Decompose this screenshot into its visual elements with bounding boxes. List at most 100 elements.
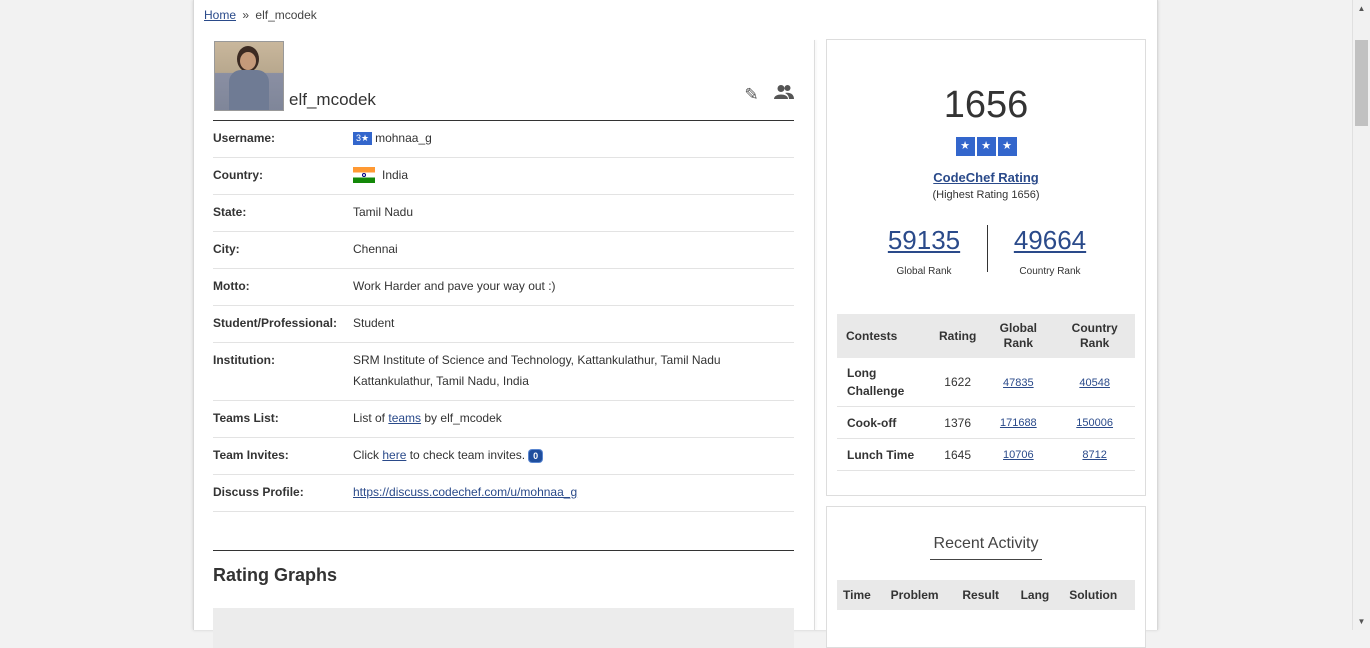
discuss-profile-link[interactable]: https://discuss.codechef.com/u/mohnaa_g [353, 485, 577, 499]
teams-link[interactable]: teams [388, 411, 421, 425]
row-teams: Teams List: List of teams by elf_mcodek [213, 400, 794, 438]
row-discuss: Discuss Profile: https://discuss.codeche… [213, 474, 794, 512]
rating-graphs-title: Rating Graphs [213, 550, 794, 586]
city-value: Chennai [353, 231, 794, 269]
country-label: Country: [213, 157, 353, 195]
row-motto: Motto: Work Harder and pave your way out… [213, 268, 794, 306]
time-header: Time [837, 580, 885, 610]
profile-info-table: Username: 3★ mohnaa_g Country: India Stat… [213, 121, 794, 512]
row-city: City: Chennai [213, 231, 794, 269]
contest-name: Long Challenge [837, 358, 933, 407]
avatar [214, 41, 284, 111]
profile-header: elf_mcodek ✎ [213, 40, 794, 121]
contest-country-rank-link[interactable]: 40548 [1079, 377, 1110, 389]
student-label: Student/Professional: [213, 305, 353, 343]
page-scrollbar[interactable]: ▲ ▼ [1352, 0, 1370, 630]
rating-graph-area [213, 608, 794, 648]
lang-header: Lang [1014, 580, 1064, 610]
invites-post-text: to check team invites. [406, 448, 526, 462]
invites-label: Team Invites: [213, 437, 353, 475]
page-container: Home » elf_mcodek elf_mcodek ✎ Username:… [193, 0, 1158, 648]
codechef-rating-link[interactable]: CodeChef Rating [933, 170, 1038, 185]
row-institution: Institution: SRM Institute of Science an… [213, 342, 794, 401]
row-country: Country: India [213, 157, 794, 195]
global-rank-link[interactable]: 59135 [888, 225, 960, 255]
recent-activity-card: Recent Activity Time Problem Result Lang… [826, 506, 1146, 648]
recent-activity-title: Recent Activity [929, 535, 1043, 560]
pencil-icon[interactable]: ✎ [744, 85, 758, 105]
invites-pre-text: Click [353, 448, 383, 462]
country-rank-header: Country Rank [1054, 314, 1135, 358]
ranks-section: 59135 Global Rank 49664 Country Rank [827, 225, 1145, 281]
breadcrumb-home-link[interactable]: Home [204, 8, 236, 22]
contest-rating: 1376 [932, 406, 983, 439]
institution-line1: SRM Institute of Science and Technology,… [353, 353, 721, 367]
problem-header: Problem [884, 580, 957, 610]
table-row: Lunch Time 1645 10706 8712 [837, 438, 1135, 471]
city-label: City: [213, 231, 353, 269]
contest-country-rank-link[interactable]: 150006 [1076, 417, 1113, 429]
recent-activity-table: Time Problem Result Lang Solution [837, 580, 1135, 610]
scroll-down-arrow-icon[interactable]: ▼ [1353, 613, 1370, 630]
teams-label: Teams List: [213, 400, 353, 438]
breadcrumb-separator: » [242, 8, 250, 22]
teams-post-text: by elf_mcodek [421, 411, 502, 425]
breadcrumb: Home » elf_mcodek [204, 8, 317, 22]
rating-card: 1656 ★ ★ ★ CodeChef Rating (Highest Rating… [826, 39, 1146, 496]
highest-rating: (Highest Rating 1656) [932, 189, 1040, 201]
profile-actions: ✎ [732, 84, 794, 105]
star-icon: ★ [955, 137, 975, 156]
state-value: Tamil Nadu [353, 194, 794, 232]
table-row: Cook-off 1376 171688 150006 [837, 406, 1135, 439]
star-icon: ★ [976, 137, 996, 156]
row-state: State: Tamil Nadu [213, 194, 794, 232]
india-flag-icon [353, 167, 375, 183]
institution-label: Institution: [213, 342, 353, 401]
activity-table-header: Time Problem Result Lang Solution [837, 580, 1135, 610]
solution-header: Solution [1063, 580, 1135, 610]
global-rank-header: Global Rank [982, 314, 1055, 358]
table-row: Long Challenge 1622 47835 40548 [837, 358, 1135, 407]
invites-link[interactable]: here [382, 448, 406, 462]
discuss-label: Discuss Profile: [213, 474, 353, 512]
state-label: State: [213, 194, 353, 232]
institution-line2: Kattankulathur, Tamil Nadu, India [353, 374, 529, 388]
country-rank-link[interactable]: 49664 [1014, 225, 1086, 255]
contest-global-rank-link[interactable]: 10706 [1003, 449, 1034, 461]
teams-pre-text: List of [353, 411, 389, 425]
scroll-thumb[interactable] [1355, 40, 1368, 126]
contest-global-rank-link[interactable]: 171688 [1000, 417, 1037, 429]
profile-name: elf_mcodek [289, 90, 376, 109]
result-header: Result [956, 580, 1015, 610]
motto-value: Work Harder and pave your way out :) [353, 268, 794, 306]
username-value: mohnaa_g [375, 131, 432, 145]
breadcrumb-current: elf_mcodek [255, 8, 317, 22]
contest-name: Cook-off [837, 406, 933, 439]
column-divider [814, 40, 815, 630]
row-student: Student/Professional: Student [213, 305, 794, 343]
scroll-up-arrow-icon[interactable]: ▲ [1353, 0, 1370, 17]
contest-table-header: Contests Rating Global Rank Country Rank [837, 314, 1135, 358]
contest-rating: 1622 [932, 358, 983, 407]
country-value: India [382, 168, 409, 182]
rating-stars: ★ ★ ★ [827, 137, 1145, 156]
student-value: Student [353, 305, 794, 343]
contest-global-rank-link[interactable]: 47835 [1003, 377, 1034, 389]
contests-header: Contests [837, 314, 933, 358]
row-invites: Team Invites: Click here to check team i… [213, 437, 794, 475]
contest-name: Lunch Time [837, 438, 933, 471]
star-icon: ★ [997, 137, 1017, 156]
username-label: Username: [213, 121, 353, 158]
contest-ratings-table: Contests Rating Global Rank Country Rank… [837, 314, 1135, 471]
row-username: Username: 3★ mohnaa_g [213, 121, 794, 158]
users-icon[interactable] [774, 84, 794, 105]
invites-count-badge: 0 [529, 450, 543, 462]
country-rank-label: Country Rank [1019, 266, 1081, 277]
contest-country-rank-link[interactable]: 8712 [1082, 449, 1106, 461]
rating-value: 1656 [943, 84, 1029, 126]
star-rating-badge: 3★ [353, 132, 373, 145]
country-rank: 49664 Country Rank [975, 225, 1125, 277]
rating-header: Rating [932, 314, 983, 358]
motto-label: Motto: [213, 268, 353, 306]
profile-section: elf_mcodek ✎ Username: 3★ mohnaa_g Countr… [213, 40, 794, 648]
